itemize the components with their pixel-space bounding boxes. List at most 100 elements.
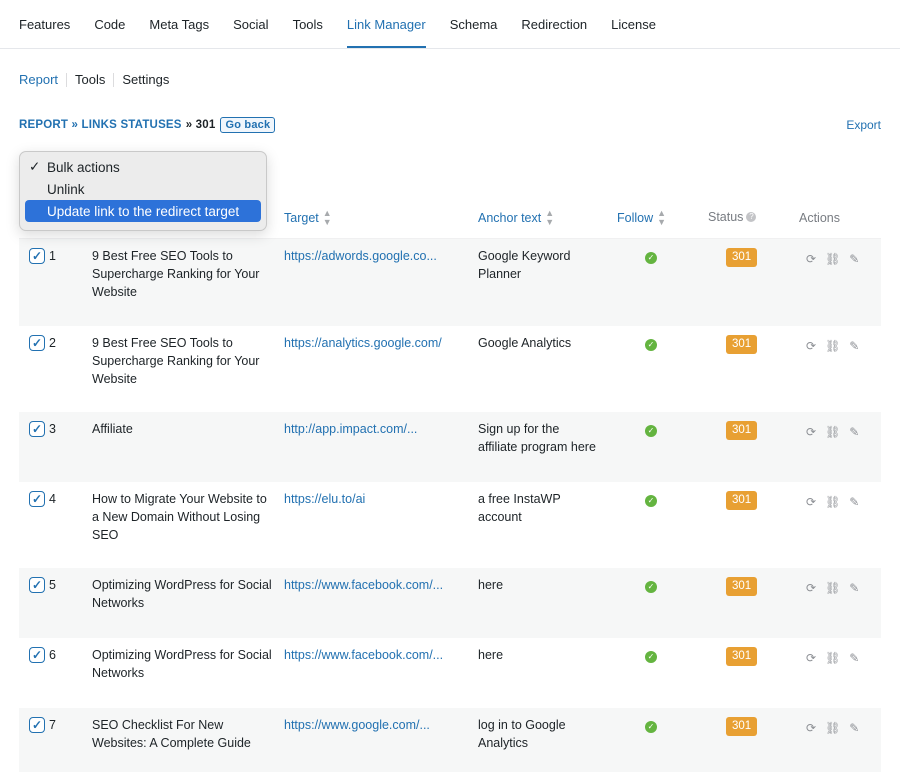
tab-redirection[interactable]: Redirection (509, 0, 599, 48)
subnav-settings[interactable]: Settings (122, 72, 169, 87)
edit-icon[interactable]: ✎ (849, 337, 859, 355)
breadcrumb-links-statuses[interactable]: LINKS STATUSES (82, 119, 182, 131)
go-back-button[interactable]: Go back (220, 117, 276, 133)
row-actions: ⟳ ⛓ ✎ (806, 337, 859, 355)
links-table: Target ▲ ▼ Anchor text ▲ ▼ Follow ▲ ▼ Status? … (19, 198, 881, 772)
status-cell: 301 (726, 334, 758, 354)
header-status: Status? (708, 210, 757, 224)
menu-item-label: Unlink (47, 181, 85, 197)
row-checkbox[interactable]: ✓ (29, 335, 45, 351)
header-actions: Actions (799, 211, 840, 225)
post-title[interactable]: 9 Best Free SEO Tools to Supercharge Ran… (92, 334, 272, 388)
unlink-icon[interactable]: ⛓ (825, 579, 840, 597)
unlink-icon[interactable]: ⛓ (825, 649, 840, 667)
row-checkbox[interactable]: ✓ (29, 421, 45, 437)
tab-schema[interactable]: Schema (438, 0, 510, 48)
bulk-actions-menu[interactable]: ✓ Bulk actions Unlink Update link to the… (19, 151, 267, 231)
status-cell: 301 (726, 716, 758, 736)
recheck-icon[interactable]: ⟳ (806, 649, 816, 667)
edit-icon[interactable]: ✎ (849, 493, 859, 511)
breadcrumb: REPORT » LINKS STATUSES » 301 Go back (19, 117, 276, 133)
check-circle-icon: ✓ (645, 495, 657, 507)
target-link[interactable]: https://adwords.google.co... (284, 247, 469, 265)
recheck-icon[interactable]: ⟳ (806, 250, 816, 268)
unlink-icon[interactable]: ⛓ (825, 337, 840, 355)
menu-item-unlink[interactable]: Unlink (25, 178, 261, 200)
divider (113, 72, 115, 87)
recheck-icon[interactable]: ⟳ (806, 579, 816, 597)
header-anchor[interactable]: Anchor text ▲ ▼ (478, 209, 554, 227)
row-actions: ⟳ ⛓ ✎ (806, 649, 859, 667)
row-number: 4 (49, 492, 56, 506)
tab-social[interactable]: Social (221, 0, 280, 48)
follow-status: ✓ (645, 490, 657, 508)
target-link[interactable]: https://analytics.google.com/ (284, 334, 469, 352)
follow-status: ✓ (645, 420, 657, 438)
subnav-report[interactable]: Report (19, 72, 58, 87)
status-badge: 301 (726, 717, 758, 736)
edit-icon[interactable]: ✎ (849, 649, 859, 667)
tab-meta-tags[interactable]: Meta Tags (137, 0, 221, 48)
row-select: ✓ 7 (29, 716, 56, 734)
recheck-icon[interactable]: ⟳ (806, 719, 816, 737)
tab-tools[interactable]: Tools (281, 0, 335, 48)
unlink-icon[interactable]: ⛓ (825, 719, 840, 737)
export-link[interactable]: Export (846, 118, 881, 132)
table-row: ✓ 3 Affiliate http://app.impact.com/... Sign… (19, 412, 881, 482)
row-checkbox[interactable]: ✓ (29, 491, 45, 507)
unlink-icon[interactable]: ⛓ (825, 250, 840, 268)
follow-status: ✓ (645, 716, 657, 734)
unlink-icon[interactable]: ⛓ (825, 493, 840, 511)
header-target-label: Target (284, 211, 319, 225)
header-anchor-label: Anchor text (478, 211, 542, 225)
post-title[interactable]: Optimizing WordPress for Social Networks (92, 646, 272, 682)
edit-icon[interactable]: ✎ (849, 719, 859, 737)
post-title[interactable]: Affiliate (92, 420, 272, 438)
row-checkbox[interactable]: ✓ (29, 647, 45, 663)
row-number: 6 (49, 648, 56, 662)
status-cell: 301 (726, 490, 758, 510)
target-link[interactable]: https://www.facebook.com/... (284, 576, 469, 594)
check-circle-icon: ✓ (645, 581, 657, 593)
target-link[interactable]: http://app.impact.com/... (284, 420, 469, 438)
header-target[interactable]: Target ▲ ▼ (284, 209, 332, 227)
follow-status: ✓ (645, 247, 657, 265)
row-select: ✓ 3 (29, 420, 56, 438)
edit-icon[interactable]: ✎ (849, 250, 859, 268)
target-link[interactable]: https://elu.to/ai (284, 490, 469, 508)
row-select: ✓ 5 (29, 576, 56, 594)
target-link[interactable]: https://www.facebook.com/... (284, 646, 469, 664)
subnav-tools[interactable]: Tools (75, 72, 105, 87)
edit-icon[interactable]: ✎ (849, 579, 859, 597)
tab-license[interactable]: License (599, 0, 668, 48)
unlink-icon[interactable]: ⛓ (825, 423, 840, 441)
post-title[interactable]: 9 Best Free SEO Tools to Supercharge Ran… (92, 247, 272, 301)
tab-code[interactable]: Code (82, 0, 137, 48)
row-checkbox[interactable]: ✓ (29, 248, 45, 264)
help-icon[interactable]: ? (746, 212, 757, 222)
post-title[interactable]: How to Migrate Your Website to a New Dom… (92, 490, 272, 544)
anchor-text: Sign up for the affiliate program here (478, 422, 596, 454)
sub-navigation: Report Tools Settings (19, 72, 169, 87)
breadcrumb-report[interactable]: REPORT (19, 119, 68, 131)
status-badge: 301 (726, 335, 758, 354)
recheck-icon[interactable]: ⟳ (806, 423, 816, 441)
header-follow[interactable]: Follow ▲ ▼ (617, 209, 666, 227)
menu-item-bulk-actions[interactable]: ✓ Bulk actions (25, 156, 261, 178)
status-badge: 301 (726, 647, 758, 666)
tab-features[interactable]: Features (19, 0, 82, 48)
post-title[interactable]: SEO Checklist For New Websites: A Comple… (92, 716, 272, 752)
recheck-icon[interactable]: ⟳ (806, 493, 816, 511)
target-link[interactable]: https://www.google.com/... (284, 716, 469, 734)
edit-icon[interactable]: ✎ (849, 423, 859, 441)
row-checkbox[interactable]: ✓ (29, 577, 45, 593)
row-checkbox[interactable]: ✓ (29, 717, 45, 733)
tab-link-manager[interactable]: Link Manager (335, 0, 438, 48)
post-title[interactable]: Optimizing WordPress for Social Networks (92, 576, 272, 612)
recheck-icon[interactable]: ⟳ (806, 337, 816, 355)
sort-icon: ▲ ▼ (322, 208, 332, 227)
status-badge: 301 (726, 491, 758, 510)
follow-status: ✓ (645, 646, 657, 664)
menu-item-update-redirect-target[interactable]: Update link to the redirect target (25, 200, 261, 222)
divider (66, 72, 68, 87)
